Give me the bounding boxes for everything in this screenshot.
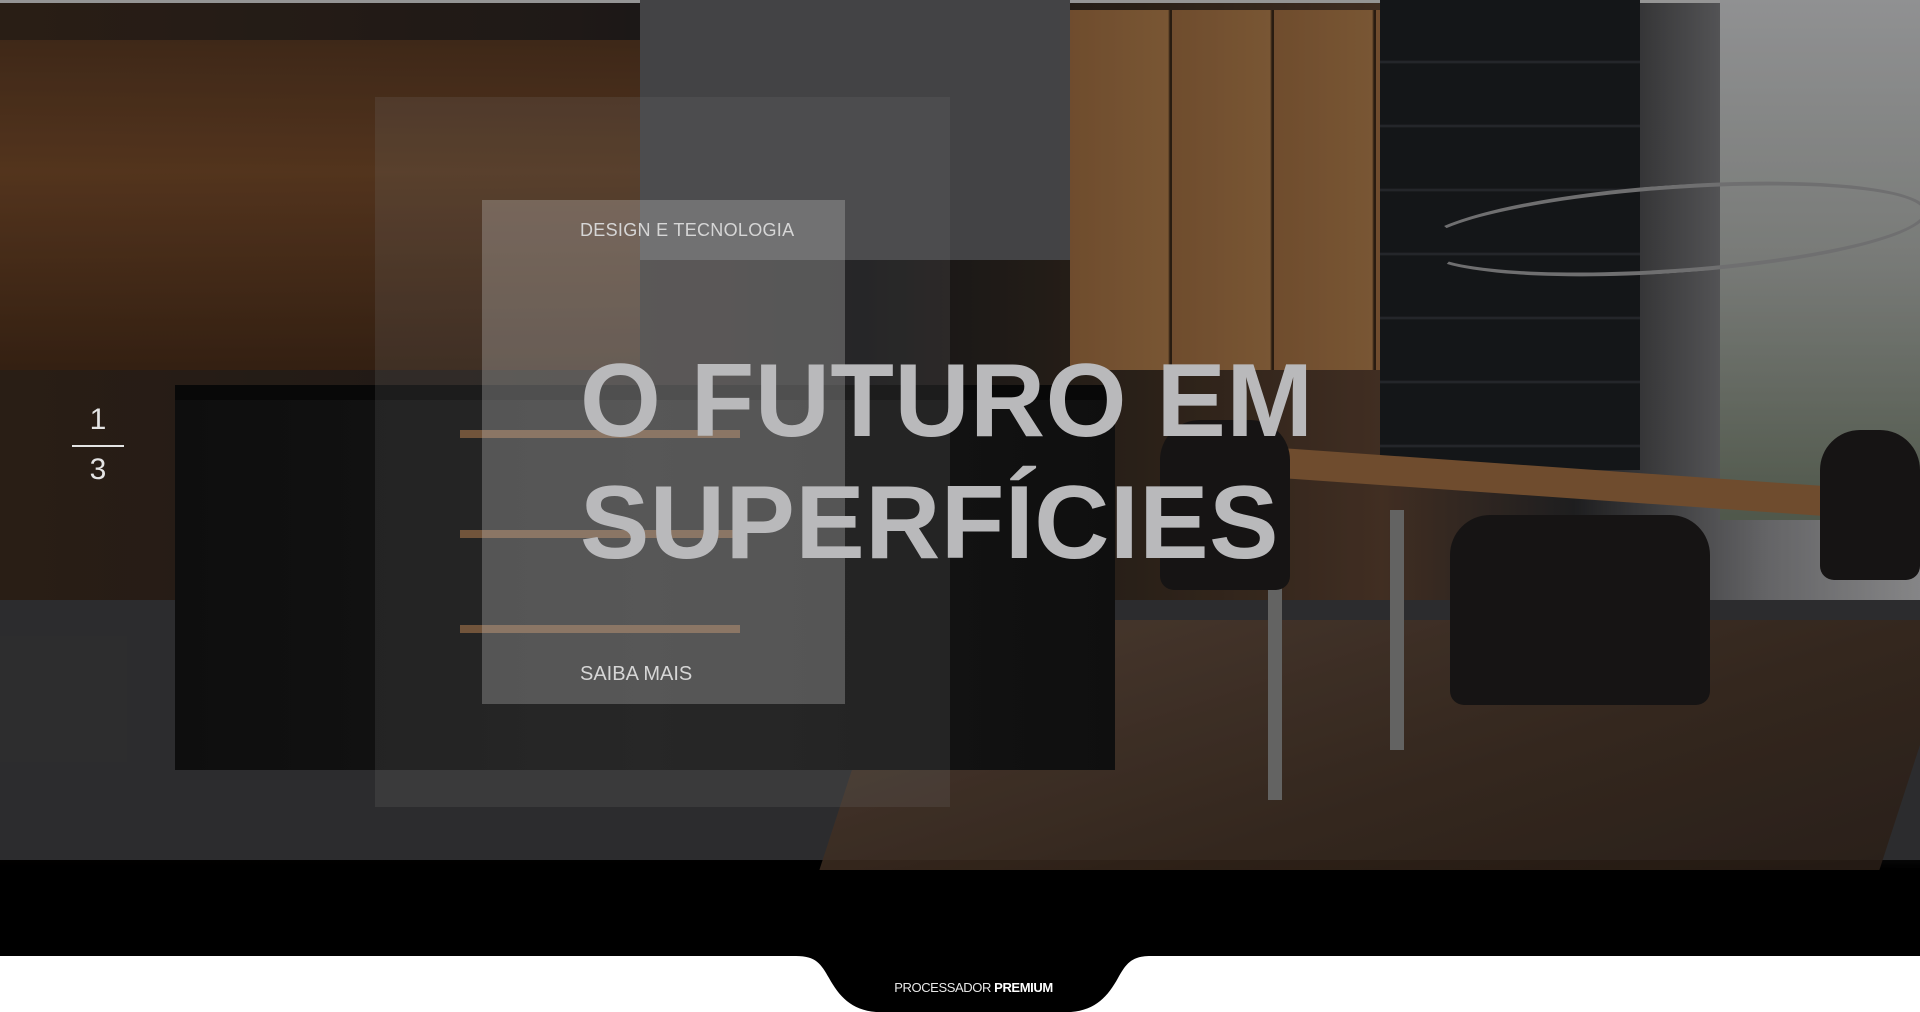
hero-subtitle: DESIGN E TECNOLOGIA xyxy=(580,220,795,240)
hero-headline: O FUTURO EM SUPERFÍCIES xyxy=(580,340,1313,584)
saiba-mais-link[interactable]: SAIBA MAIS xyxy=(580,663,692,686)
footer-brand-tab[interactable]: PROCESSADOR PREMIUM xyxy=(796,956,1151,1012)
footer-brand-text: PROCESSADOR PREMIUM xyxy=(796,980,1151,995)
slide-total: 3 xyxy=(89,453,107,486)
slide-current: 1 xyxy=(89,403,107,436)
slide-counter: 1 3 xyxy=(72,402,124,488)
slide-counter-divider xyxy=(72,445,124,447)
hero-banner: DESIGN E TECNOLOGIA O FUTURO EM SUPERFÍC… xyxy=(0,0,1920,956)
footer-brand-light: PROCESSADOR xyxy=(894,980,991,995)
hero-headline-line-1: O FUTURO EM xyxy=(580,343,1314,459)
hero-headline-line-2: SUPERFÍCIES xyxy=(580,465,1279,581)
footer-brand-bold: PREMIUM xyxy=(994,980,1053,995)
